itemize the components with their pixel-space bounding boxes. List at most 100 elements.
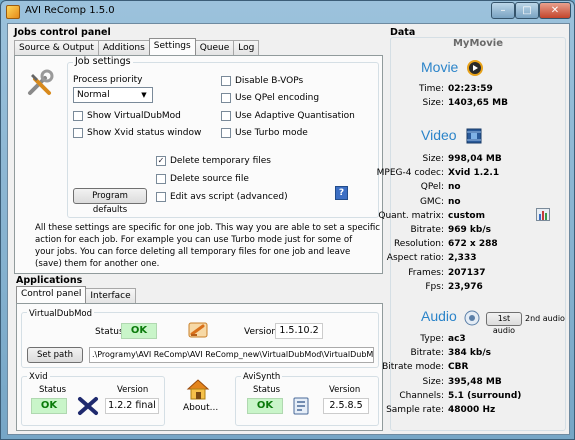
- help-icon[interactable]: ?: [335, 186, 348, 200]
- audio-row: Sample rate: 48000 Hz: [386, 405, 566, 418]
- video-row-value: no: [448, 182, 461, 193]
- second-audio-label[interactable]: 2nd audio: [525, 314, 565, 323]
- video-row: Aspect ratio: 2,333: [386, 253, 566, 266]
- xvid-status-label: Status: [39, 385, 67, 395]
- first-audio-button[interactable]: 1st audio: [486, 312, 522, 335]
- minimize-button[interactable]: –: [491, 2, 515, 19]
- movie-play-icon: [467, 60, 483, 76]
- avisynth-status-label: Status: [253, 385, 281, 395]
- checkbox-box: [73, 111, 83, 121]
- vdm-status-label: Status: [95, 327, 124, 337]
- qpel-checkbox[interactable]: Use QPel encoding: [221, 93, 319, 103]
- xvid-icon[interactable]: [77, 396, 99, 416]
- delete-temp-checkbox[interactable]: ✓ Delete temporary files: [156, 156, 271, 166]
- vdm-version: 1.5.10.2: [275, 323, 323, 339]
- process-priority-select[interactable]: Normal ▼: [73, 87, 153, 103]
- job-settings-title: Job settings: [73, 56, 133, 67]
- checkbox-box: [156, 192, 166, 202]
- about-house-icon[interactable]: [185, 377, 211, 401]
- info-line-3: your jobs. You can force deleting all te…: [35, 247, 351, 257]
- delete-source-checkbox[interactable]: Delete source file: [156, 174, 249, 184]
- video-row-value: 672 x 288: [448, 239, 498, 250]
- tab-control-panel[interactable]: Control panel: [16, 286, 87, 303]
- audio-row-label: Type:: [420, 334, 444, 344]
- vdm-version-label: Version: [244, 327, 278, 337]
- audio-row-label: Bitrate mode:: [382, 362, 444, 373]
- checkbox-box: [156, 174, 166, 184]
- app-window: AVI ReComp 1.5.0 – □ ✕ Jobs control pane…: [0, 0, 575, 440]
- program-defaults-button[interactable]: Program defaults: [73, 188, 147, 215]
- qpel-label: Use QPel encoding: [235, 93, 320, 103]
- audio-row: Channels: 5.1 (surround): [386, 391, 566, 404]
- video-row-label: Fps:: [425, 281, 444, 292]
- process-priority-label: Process priority: [73, 75, 143, 85]
- audio-row-label: Bitrate:: [410, 348, 444, 359]
- audio-row-value: 5.1 (surround): [448, 390, 522, 401]
- tab-log[interactable]: Log: [233, 40, 260, 55]
- info-line-2: action for each job. For example you can…: [35, 235, 353, 245]
- audio-row-value: ac3: [448, 334, 466, 344]
- vdm-title: VirtualDubMod: [27, 309, 95, 319]
- vdm-path-field[interactable]: .\Programy\AVI ReComp\AVI ReComp_new\Vir…: [89, 347, 374, 363]
- tools-icon: [25, 68, 55, 98]
- vdm-app-icon[interactable]: [188, 321, 208, 339]
- applications-panel: VirtualDubMod Status OK Version 1.5.10.2…: [16, 303, 383, 431]
- audio-row-value: 395,48 MB: [448, 376, 502, 387]
- audio-row-label: Sample rate:: [386, 405, 444, 415]
- edit-avs-checkbox[interactable]: Edit avs script (advanced): [156, 192, 288, 202]
- avisynth-title: AviSynth: [241, 372, 283, 382]
- movie-row-label: Time:: [418, 84, 444, 94]
- video-row-label: Size:: [422, 154, 444, 164]
- jobs-tabs: Source & Output Additions Settings Queue…: [14, 38, 260, 55]
- video-row-label: Aspect ratio:: [386, 253, 444, 264]
- disable-bvops-label: Disable B-VOPs: [235, 76, 304, 86]
- video-row: Size: 998,04 MB: [386, 154, 566, 167]
- show-vdm-label: Show VirtualDubMod: [87, 111, 181, 121]
- audio-heading: Audio: [421, 308, 457, 324]
- video-row-label: GMC:: [419, 196, 444, 207]
- window-title: AVI ReComp 1.5.0: [25, 5, 115, 16]
- audio-row-value: 384 kb/s: [448, 348, 491, 359]
- xvid-status-badge: OK: [31, 398, 67, 414]
- show-vdm-checkbox[interactable]: Show VirtualDubMod: [73, 111, 181, 121]
- video-row-value: Xvid 1.2.1: [448, 168, 500, 179]
- show-xvid-checkbox[interactable]: Show Xvid status window: [73, 128, 201, 138]
- quant-matrix-chart-icon[interactable]: [536, 208, 550, 221]
- turbo-checkbox[interactable]: Use Turbo mode: [221, 128, 308, 138]
- audio-row-label: Size:: [422, 376, 444, 387]
- tab-interface[interactable]: Interface: [85, 288, 136, 303]
- about-link[interactable]: About...: [183, 403, 218, 413]
- avisynth-version: 2.5.8.5: [323, 398, 369, 414]
- close-button[interactable]: ✕: [539, 2, 571, 19]
- set-path-button[interactable]: Set path: [27, 347, 83, 363]
- avisynth-icon[interactable]: [291, 396, 311, 416]
- movie-name: MyMovie: [452, 38, 504, 49]
- movie-row-value: 1403,65 MB: [448, 98, 508, 108]
- video-row: Resolution: 672 x 288: [386, 239, 566, 252]
- video-row: Frames: 207137: [386, 268, 566, 281]
- checkbox-box: [221, 76, 231, 86]
- xvid-version: 1.2.2 final: [105, 398, 159, 414]
- video-row: Fps: 23,976: [386, 282, 566, 295]
- delete-temp-label: Delete temporary files: [170, 156, 271, 166]
- jobs-panel-title: Jobs control panel: [14, 27, 111, 38]
- avisynth-version-label: Version: [329, 385, 361, 395]
- chevron-down-icon: ▼: [141, 91, 147, 99]
- checkbox-box: [73, 128, 83, 138]
- adaptive-quant-checkbox[interactable]: Use Adaptive Quantisation: [221, 111, 355, 121]
- video-row: Bitrate: 969 kb/s: [386, 225, 566, 238]
- tab-source-output[interactable]: Source & Output: [14, 40, 99, 55]
- audio-row-label: Channels:: [399, 390, 444, 401]
- maximize-button[interactable]: □: [515, 2, 539, 19]
- video-row-label: MPEG-4 codec:: [376, 168, 444, 179]
- disable-bvops-checkbox[interactable]: Disable B-VOPs: [221, 76, 303, 86]
- tab-additions[interactable]: Additions: [97, 40, 150, 55]
- title-bar[interactable]: AVI ReComp 1.5.0 – □ ✕: [1, 1, 574, 23]
- tab-settings[interactable]: Settings: [148, 38, 196, 55]
- video-row-value: 23,976: [448, 281, 483, 292]
- settings-panel: Job settings Process priority Normal ▼ S…: [14, 55, 383, 274]
- audio-row-value: 48000 Hz: [448, 405, 496, 415]
- client-area: Jobs control panel Source & Output Addit…: [7, 23, 570, 435]
- movie-row: Time: 02:23:59: [386, 84, 566, 97]
- tab-queue[interactable]: Queue: [194, 40, 235, 55]
